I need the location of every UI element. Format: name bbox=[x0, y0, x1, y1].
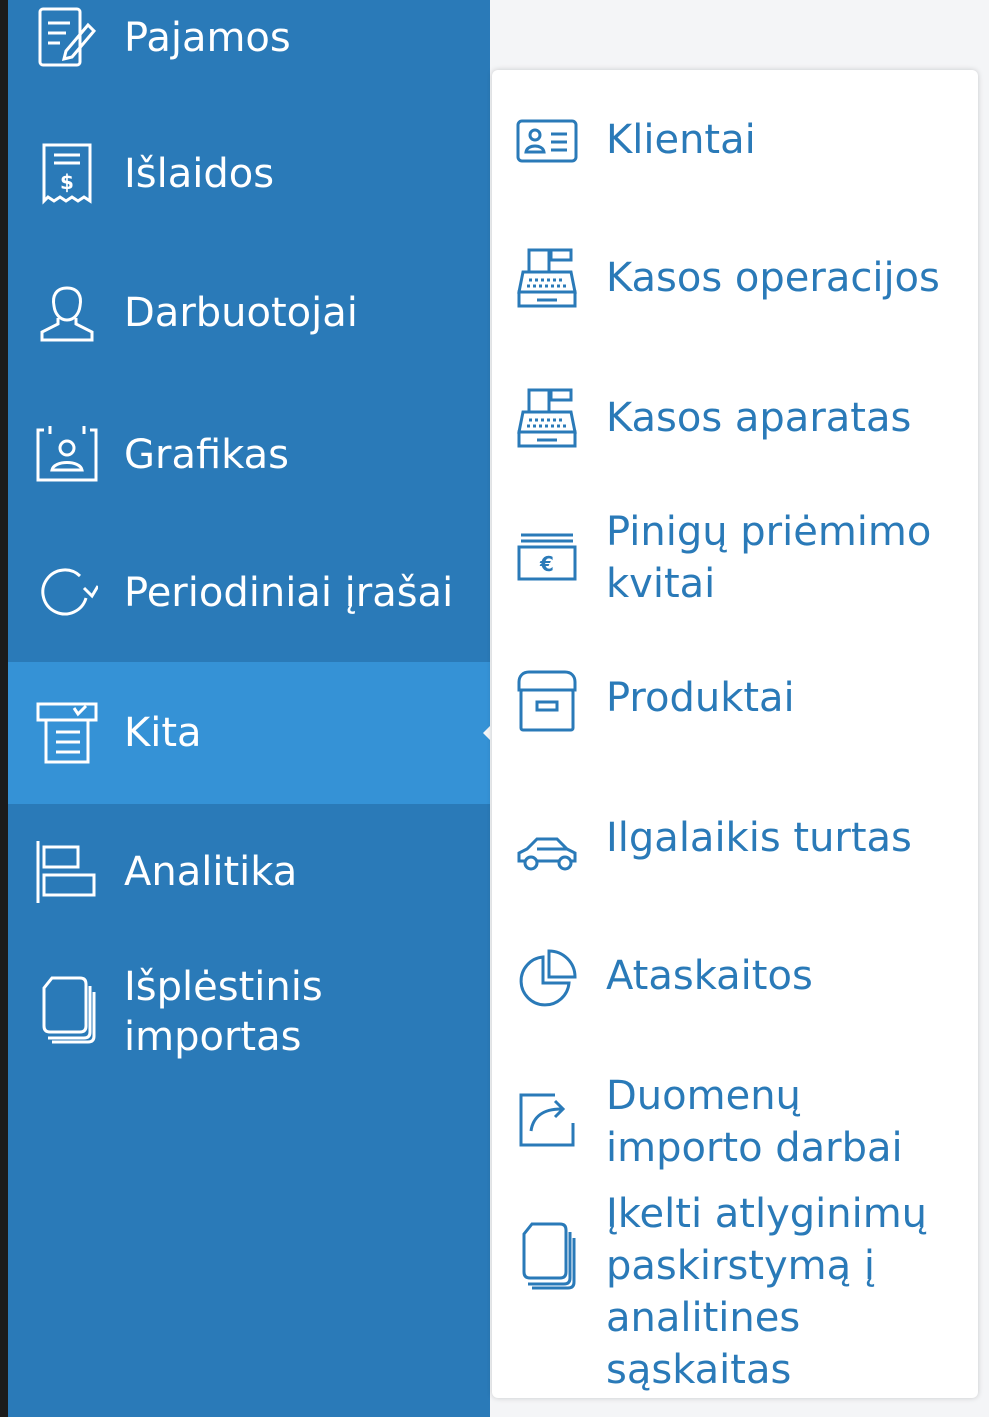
copy-icon bbox=[514, 1222, 580, 1290]
sidebar-item-label: Darbuotojai bbox=[124, 290, 358, 336]
sidebar: Pajamos $ Išlaidos Darbuotojai Grafikas … bbox=[8, 0, 494, 1417]
menu-item-piniga-priemimo-kvitai[interactable]: € Pinigų priėmimo kvitai bbox=[492, 506, 978, 610]
sidebar-item-label: Išplėstinis bbox=[124, 964, 323, 1010]
sidebar-item-label-line2: importas bbox=[124, 1014, 302, 1060]
menu-item-kasos-operacijos[interactable]: Kasos operacijos bbox=[492, 248, 978, 308]
menu-item-label-line2: kvitai bbox=[606, 561, 716, 607]
menu-item-ataskaitos[interactable]: Ataskaitos bbox=[492, 949, 978, 1007]
menu-item-label: Kasos aparatas bbox=[606, 395, 912, 441]
menu-item-label-line2: importo darbai bbox=[606, 1125, 903, 1171]
list-box-icon bbox=[34, 700, 100, 766]
sidebar-item-kita[interactable]: Kita bbox=[8, 662, 494, 804]
sidebar-item-isplestinis-importas[interactable]: Išplėstinis importas bbox=[8, 962, 490, 1062]
id-card-icon bbox=[514, 108, 580, 174]
sidebar-item-periodiniai-irasai[interactable]: Periodiniai įrašai bbox=[8, 562, 490, 624]
menu-item-label: Pinigų priėmimo bbox=[606, 509, 932, 555]
sidebar-item-darbuotojai[interactable]: Darbuotojai bbox=[8, 282, 490, 344]
menu-item-label: Įkelti atlyginimų bbox=[606, 1191, 928, 1237]
person-icon bbox=[34, 280, 100, 346]
copy-icon bbox=[34, 976, 100, 1044]
cash-register-icon bbox=[514, 386, 580, 452]
euro-money-icon: € bbox=[514, 526, 580, 592]
kita-submenu: Klientai Kasos operacijos Kasos aparatas… bbox=[492, 70, 978, 1398]
menu-item-duomenu-importo-darbai[interactable]: Duomenų importo darbai bbox=[492, 1070, 978, 1174]
menu-item-label: Ilgalaikis turtas bbox=[606, 815, 912, 861]
cash-register-icon bbox=[514, 246, 580, 312]
menu-item-kasos-aparatas[interactable]: Kasos aparatas bbox=[492, 388, 978, 448]
menu-item-produktai[interactable]: Produktai bbox=[492, 670, 978, 732]
menu-item-label: Kasos operacijos bbox=[606, 255, 940, 301]
share-arrow-icon bbox=[514, 1086, 580, 1152]
menu-item-ilgalaikis-turtas[interactable]: Ilgalaikis turtas bbox=[492, 812, 978, 871]
receipt-dollar-icon: $ bbox=[34, 141, 100, 207]
calendar-person-icon bbox=[34, 422, 100, 488]
refresh-icon bbox=[34, 560, 100, 626]
bar-chart-icon bbox=[34, 839, 100, 905]
svg-text:€: € bbox=[539, 552, 554, 576]
menu-item-label-line3: analitines bbox=[606, 1295, 801, 1341]
sidebar-item-label: Kita bbox=[124, 710, 202, 756]
menu-item-label: Produktai bbox=[606, 675, 795, 721]
pie-chart-icon bbox=[514, 946, 580, 1012]
sidebar-item-label: Grafikas bbox=[124, 432, 289, 478]
menu-item-label-line4: sąskaitas bbox=[606, 1347, 792, 1393]
sidebar-item-analitika[interactable]: Analitika bbox=[8, 840, 490, 904]
car-icon bbox=[514, 820, 580, 886]
sidebar-item-label: Išlaidos bbox=[124, 151, 275, 197]
menu-item-label: Duomenų bbox=[606, 1073, 801, 1119]
sidebar-item-label: Periodiniai įrašai bbox=[124, 570, 454, 616]
menu-item-ikelti-atlyginimu-paskirstyma[interactable]: Įkelti atlyginimų paskirstymą į analitin… bbox=[492, 1188, 978, 1398]
archive-box-icon bbox=[514, 668, 580, 734]
sidebar-item-label: Analitika bbox=[124, 849, 298, 895]
edit-document-icon bbox=[34, 5, 100, 71]
sidebar-item-islaidos[interactable]: $ Išlaidos bbox=[8, 141, 490, 207]
menu-item-klientai[interactable]: Klientai bbox=[492, 114, 978, 170]
menu-item-label-line2: paskirstymą į bbox=[606, 1243, 875, 1289]
menu-item-label: Klientai bbox=[606, 117, 756, 163]
svg-text:$: $ bbox=[60, 170, 74, 194]
window-edge bbox=[0, 0, 8, 1417]
sidebar-item-label: Pajamos bbox=[124, 15, 291, 61]
menu-item-label: Ataskaitos bbox=[606, 953, 813, 999]
sidebar-item-pajamos[interactable]: Pajamos bbox=[8, 5, 490, 71]
sidebar-item-grafikas[interactable]: Grafikas bbox=[8, 424, 490, 486]
